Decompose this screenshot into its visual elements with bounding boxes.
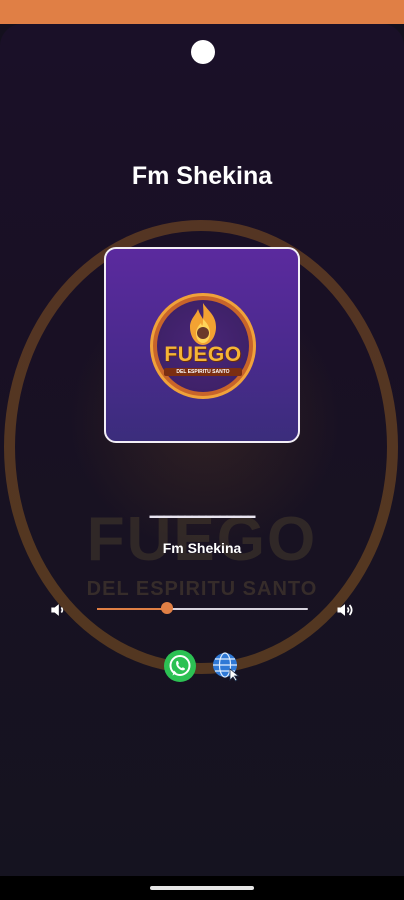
player-screen: FUEGO DEL ESPIRITU SANTO Fm Shekina FUEG… (0, 24, 404, 876)
volume-high-icon[interactable] (335, 600, 355, 620)
buffer-indicator: ▬▬▬▬▬▬▬▬▬▬▬▬▬▬▬ (149, 511, 256, 520)
background-logo: FUEGO DEL ESPIRITU SANTO (0, 24, 404, 876)
page-title: Fm Shekina (131, 162, 273, 190)
station-logo: FUEGO DEL ESPIRITU SANTO (150, 293, 256, 399)
volume-slider[interactable] (97, 602, 308, 614)
background-logo-subtitle: DEL ESPIRITU SANTO (86, 578, 318, 600)
station-logo-subtitle: DEL ESPIRITU SANTO (164, 368, 242, 376)
web-globe-icon (213, 652, 240, 682)
home-gesture-handle[interactable] (150, 886, 254, 890)
navigation-bar (0, 876, 404, 900)
volume-slider-thumb[interactable] (160, 602, 173, 614)
whatsapp-icon (169, 655, 191, 676)
whatsapp-button[interactable] (164, 650, 196, 682)
station-cover-art: FUEGO DEL ESPIRITU SANTO (104, 247, 300, 443)
website-button[interactable] (210, 650, 242, 682)
camera-cutout (191, 40, 215, 64)
station-name: Fm Shekina (162, 540, 242, 556)
volume-slider-fill (97, 608, 167, 610)
station-logo-word: FUEGO (164, 343, 242, 366)
status-bar (0, 0, 404, 24)
flame-icon (190, 303, 216, 345)
volume-low-icon[interactable] (48, 600, 68, 620)
